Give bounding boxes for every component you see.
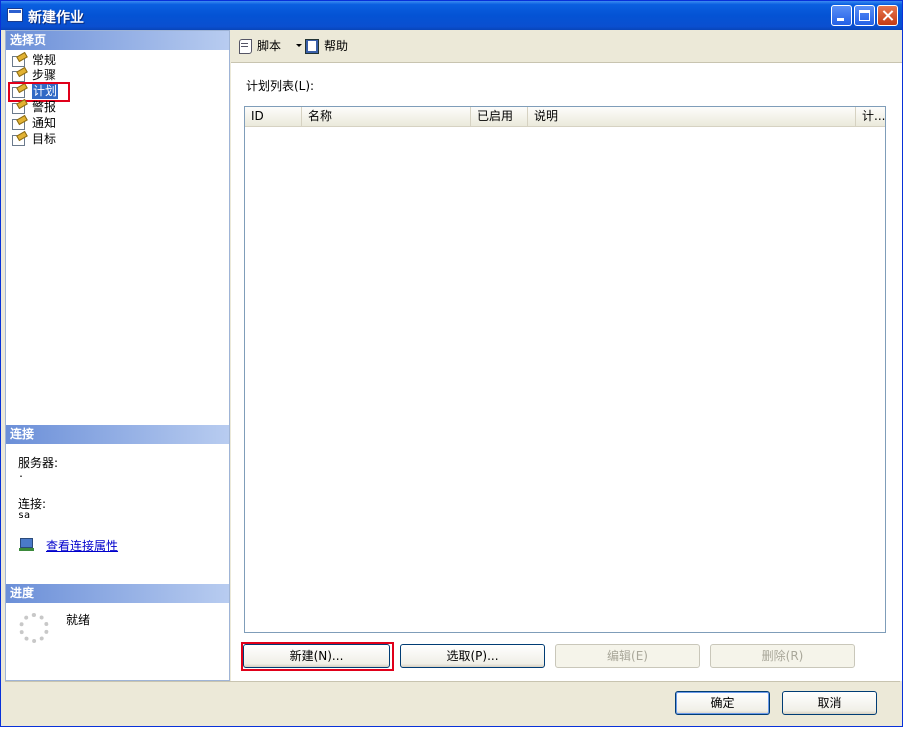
progress-spinner-icon bbox=[19, 613, 49, 643]
column-header-description[interactable]: 说明 bbox=[528, 107, 856, 126]
page-item-label: 步骤 bbox=[32, 68, 57, 82]
page-item-label: 常规 bbox=[32, 53, 57, 67]
cancel-button[interactable]: 取消 bbox=[782, 691, 877, 715]
window-title: 新建作业 bbox=[28, 10, 84, 26]
connection-header: 连接 bbox=[6, 425, 229, 444]
close-button[interactable] bbox=[877, 5, 898, 26]
footer-divider bbox=[5, 681, 900, 682]
select-page-header: 选择页 bbox=[6, 31, 229, 50]
schedule-list-label: 计划列表(L): bbox=[246, 79, 315, 93]
ok-button[interactable]: 确定 bbox=[675, 691, 770, 715]
page-item-label: 警报 bbox=[32, 100, 57, 114]
column-header-name[interactable]: 名称 bbox=[302, 107, 471, 126]
script-button[interactable]: 脚本 bbox=[237, 38, 303, 54]
minimize-button[interactable] bbox=[831, 5, 852, 26]
help-button[interactable]: 帮助 bbox=[304, 38, 354, 54]
progress-header: 进度 bbox=[6, 584, 229, 603]
page-item-label: 通知 bbox=[32, 116, 57, 130]
server-value: . bbox=[18, 469, 25, 480]
schedule-list-header: ID 名称 已启用 说明 计... bbox=[245, 107, 885, 127]
main-panel: 计划列表(L): ID 名称 已启用 说明 计... 新建(N)... 选取(P… bbox=[231, 63, 902, 681]
page-icon bbox=[11, 54, 26, 67]
script-icon bbox=[237, 38, 253, 54]
toolbar: 脚本 帮助 bbox=[231, 30, 902, 63]
new-job-dialog: 新建作业 选择页 常规 步骤 计划 警报 通知 目标 连接 服务器: . 连接:… bbox=[0, 0, 903, 727]
left-pane: 选择页 常规 步骤 计划 警报 通知 目标 连接 服务器: . 连接: sa 查… bbox=[5, 30, 230, 681]
column-header-enabled[interactable]: 已启用 bbox=[471, 107, 528, 126]
progress-status: 就绪 bbox=[66, 613, 91, 627]
maximize-button[interactable] bbox=[854, 5, 875, 26]
view-connection-properties-link[interactable]: 查看连接属性 bbox=[46, 537, 118, 554]
edit-schedule-button[interactable]: 编辑(E) bbox=[555, 644, 700, 668]
connection-value: sa bbox=[18, 510, 31, 521]
page-icon bbox=[11, 69, 26, 82]
column-header-id[interactable]: ID bbox=[245, 107, 302, 126]
page-icon bbox=[11, 133, 26, 146]
title-bar[interactable]: 新建作业 bbox=[1, 1, 902, 30]
page-icon bbox=[11, 101, 26, 114]
help-icon bbox=[304, 38, 320, 54]
delete-schedule-button[interactable]: 删除(R) bbox=[710, 644, 855, 668]
window-app-icon bbox=[7, 8, 23, 22]
highlight-box-schedules bbox=[8, 82, 70, 102]
dropdown-arrow-icon[interactable] bbox=[296, 44, 302, 47]
help-label: 帮助 bbox=[324, 39, 349, 53]
page-icon bbox=[11, 117, 26, 130]
column-header-more[interactable]: 计... bbox=[856, 107, 885, 126]
connection-properties-icon bbox=[19, 538, 35, 552]
page-item-label: 目标 bbox=[32, 132, 57, 146]
script-label: 脚本 bbox=[257, 39, 282, 53]
highlight-box-new bbox=[241, 642, 394, 671]
schedule-list[interactable]: ID 名称 已启用 说明 计... bbox=[244, 106, 886, 633]
pick-schedule-button[interactable]: 选取(P)... bbox=[400, 644, 545, 668]
